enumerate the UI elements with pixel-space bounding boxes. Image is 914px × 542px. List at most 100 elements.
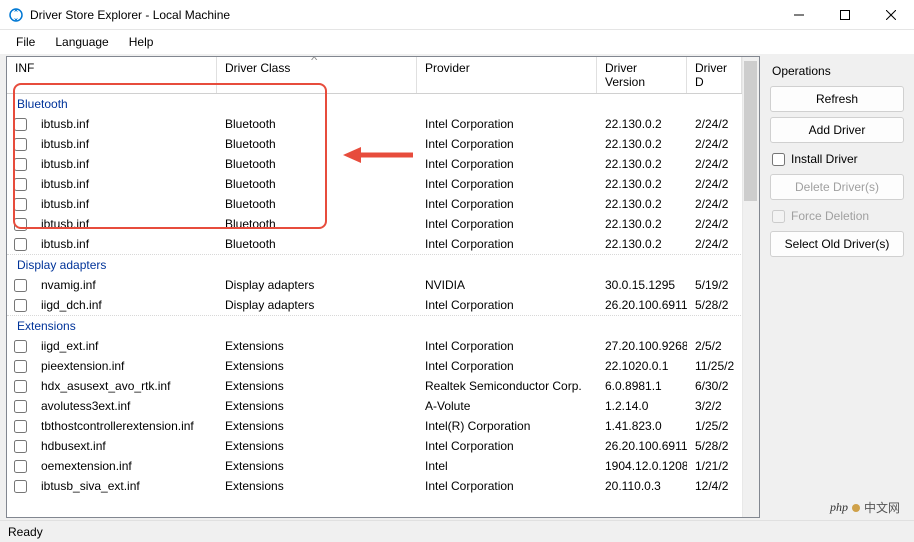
menu-help[interactable]: Help — [119, 30, 164, 54]
cell-date: 2/5/2 — [687, 338, 737, 354]
table-row[interactable]: ibtusb.infBluetoothIntel Corporation22.1… — [7, 154, 759, 174]
cell-version: 22.130.0.2 — [597, 196, 687, 212]
cell-version: 22.130.0.2 — [597, 136, 687, 152]
column-inf[interactable]: INF — [7, 57, 217, 93]
cell-inf: ibtusb.inf — [33, 176, 217, 192]
group-header[interactable]: Extensions — [7, 315, 759, 336]
table-row[interactable]: avolutess3ext.infExtensionsA-Volute1.2.1… — [7, 396, 759, 416]
php-label: php — [830, 500, 848, 515]
scrollbar-thumb[interactable] — [744, 61, 757, 201]
menubar: File Language Help — [0, 30, 914, 54]
cell-class: Extensions — [217, 458, 417, 474]
cell-inf: ibtusb.inf — [33, 156, 217, 172]
cell-provider: NVIDIA — [417, 277, 597, 293]
install-driver-label: Install Driver — [791, 152, 858, 166]
vertical-scrollbar[interactable] — [742, 57, 759, 517]
operations-title: Operations — [770, 60, 904, 86]
cell-version: 22.130.0.2 — [597, 176, 687, 192]
cell-inf: avolutess3ext.inf — [33, 398, 217, 414]
row-checkbox[interactable] — [14, 460, 27, 473]
cell-date: 1/21/2 — [687, 458, 737, 474]
row-checkbox[interactable] — [14, 440, 27, 453]
cell-inf: tbthostcontrollerextension.inf — [33, 418, 217, 434]
cell-version: 30.0.15.1295 — [597, 277, 687, 293]
app-icon — [8, 7, 24, 23]
cell-version: 1904.12.0.1208 — [597, 458, 687, 474]
row-checkbox[interactable] — [14, 400, 27, 413]
row-checkbox[interactable] — [14, 138, 27, 151]
watermark-text: 中文网 — [864, 499, 900, 516]
column-provider[interactable]: Provider — [417, 57, 597, 93]
table-row[interactable]: nvamig.infDisplay adaptersNVIDIA30.0.15.… — [7, 275, 759, 295]
group-header[interactable]: Bluetooth — [7, 94, 759, 114]
column-driver-class[interactable]: Driver Class — [217, 57, 417, 93]
table-row[interactable]: tbthostcontrollerextension.infExtensions… — [7, 416, 759, 436]
cell-provider: Intel Corporation — [417, 196, 597, 212]
table-row[interactable]: ibtusb.infBluetoothIntel Corporation22.1… — [7, 194, 759, 214]
cell-class: Extensions — [217, 418, 417, 434]
row-checkbox[interactable] — [14, 158, 27, 171]
column-driver-date[interactable]: Driver D — [687, 57, 742, 93]
row-checkbox[interactable] — [14, 279, 27, 292]
table-body[interactable]: Bluetoothibtusb.infBluetoothIntel Corpor… — [7, 94, 759, 518]
table-row[interactable]: ibtusb.infBluetoothIntel Corporation22.1… — [7, 134, 759, 154]
refresh-button[interactable]: Refresh — [770, 86, 904, 112]
install-driver-input[interactable] — [772, 153, 785, 166]
menu-language[interactable]: Language — [45, 30, 118, 54]
row-checkbox[interactable] — [14, 238, 27, 251]
select-old-drivers-button[interactable]: Select Old Driver(s) — [770, 231, 904, 257]
cell-class: Extensions — [217, 478, 417, 494]
table-row[interactable]: ibtusb_siva_ext.infExtensionsIntel Corpo… — [7, 476, 759, 496]
minimize-button[interactable] — [776, 0, 822, 30]
table-header: INF Driver Class Provider Driver Version… — [7, 57, 759, 94]
table-row[interactable]: ibtusb.infBluetoothIntel Corporation22.1… — [7, 234, 759, 254]
cell-class: Bluetooth — [217, 136, 417, 152]
cell-provider: Intel Corporation — [417, 176, 597, 192]
table-row[interactable]: pieextension.infExtensionsIntel Corporat… — [7, 356, 759, 376]
statusbar: Ready — [0, 520, 914, 542]
cell-date: 2/24/2 — [687, 136, 737, 152]
cell-version: 22.130.0.2 — [597, 116, 687, 132]
column-driver-version[interactable]: Driver Version — [597, 57, 687, 93]
cell-inf: ibtusb.inf — [33, 116, 217, 132]
cell-class: Bluetooth — [217, 216, 417, 232]
row-checkbox[interactable] — [14, 299, 27, 312]
cell-class: Bluetooth — [217, 116, 417, 132]
cell-inf: hdbusext.inf — [33, 438, 217, 454]
row-checkbox[interactable] — [14, 118, 27, 131]
cell-provider: Intel Corporation — [417, 358, 597, 374]
row-checkbox[interactable] — [14, 340, 27, 353]
cell-class: Bluetooth — [217, 176, 417, 192]
row-checkbox[interactable] — [14, 420, 27, 433]
row-checkbox[interactable] — [14, 178, 27, 191]
group-header[interactable]: Display adapters — [7, 254, 759, 275]
row-checkbox[interactable] — [14, 480, 27, 493]
cell-inf: oemextension.inf — [33, 458, 217, 474]
cell-version: 22.130.0.2 — [597, 216, 687, 232]
close-button[interactable] — [868, 0, 914, 30]
cell-class: Extensions — [217, 378, 417, 394]
table-row[interactable]: ibtusb.infBluetoothIntel Corporation22.1… — [7, 214, 759, 234]
row-checkbox[interactable] — [14, 360, 27, 373]
table-row[interactable]: ibtusb.infBluetoothIntel Corporation22.1… — [7, 114, 759, 134]
table-row[interactable]: hdx_asusext_avo_rtk.infExtensionsRealtek… — [7, 376, 759, 396]
table-row[interactable]: hdbusext.infExtensionsIntel Corporation2… — [7, 436, 759, 456]
menu-file[interactable]: File — [6, 30, 45, 54]
cell-date: 2/24/2 — [687, 156, 737, 172]
install-driver-checkbox[interactable]: Install Driver — [770, 148, 904, 170]
row-checkbox[interactable] — [14, 380, 27, 393]
delete-drivers-button[interactable]: Delete Driver(s) — [770, 174, 904, 200]
cell-version: 20.110.0.3 — [597, 478, 687, 494]
cell-version: 22.130.0.2 — [597, 236, 687, 252]
table-row[interactable]: iigd_dch.infDisplay adaptersIntel Corpor… — [7, 295, 759, 315]
row-checkbox[interactable] — [14, 198, 27, 211]
operations-panel: Operations Refresh Add Driver Install Dr… — [760, 54, 914, 520]
table-row[interactable]: ibtusb.infBluetoothIntel Corporation22.1… — [7, 174, 759, 194]
maximize-button[interactable] — [822, 0, 868, 30]
table-row[interactable]: iigd_ext.infExtensionsIntel Corporation2… — [7, 336, 759, 356]
cell-provider: Intel Corporation — [417, 438, 597, 454]
row-checkbox[interactable] — [14, 218, 27, 231]
add-driver-button[interactable]: Add Driver — [770, 117, 904, 143]
watermark: php 中文网 — [830, 499, 900, 516]
table-row[interactable]: oemextension.infExtensionsIntel1904.12.0… — [7, 456, 759, 476]
